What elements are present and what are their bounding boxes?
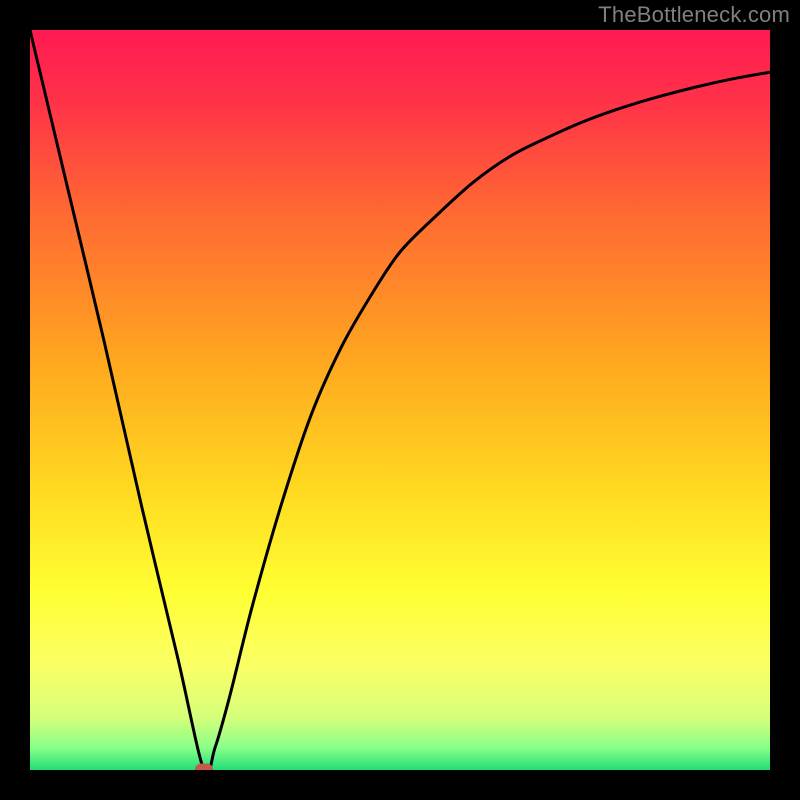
plot-svg xyxy=(30,30,770,770)
optimal-point-marker xyxy=(195,764,213,771)
plot-area xyxy=(30,30,770,770)
gradient-background xyxy=(30,30,770,770)
watermark-text: TheBottleneck.com xyxy=(598,2,790,28)
chart-frame: TheBottleneck.com xyxy=(0,0,800,800)
